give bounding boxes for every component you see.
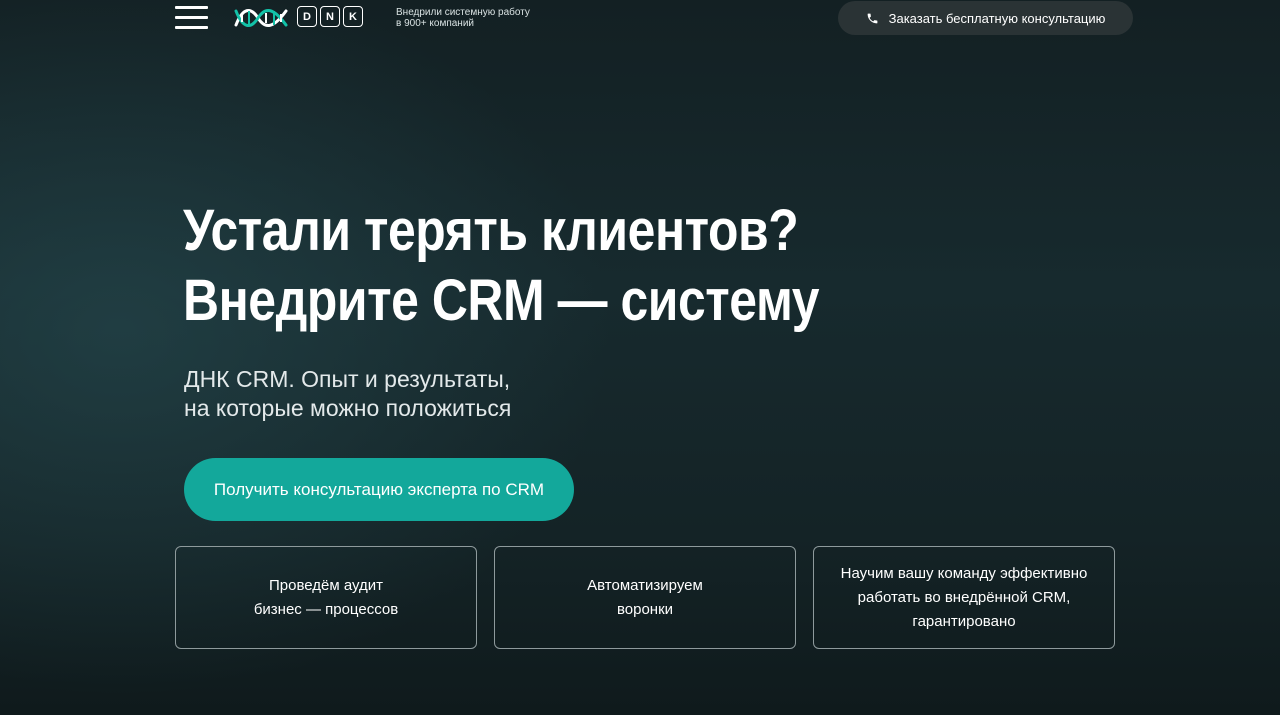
tagline-line-2: в 900+ компаний bbox=[396, 18, 474, 29]
logo-letter-n: N bbox=[320, 6, 340, 27]
header-tagline: Внедрили системную работу в 900+ компани… bbox=[396, 7, 576, 29]
hamburger-menu-icon[interactable] bbox=[175, 6, 208, 30]
hero-subtitle-line-2: на которые можно положиться bbox=[184, 395, 512, 421]
feature-card-text: Автоматизируем bbox=[587, 576, 703, 594]
free-consultation-label: Заказать бесплатную консультацию bbox=[888, 10, 1106, 26]
feature-card-text: Проведём аудит bbox=[268, 576, 384, 594]
hero-subtitle: ДНК CRM. Опыт и результаты, на которые м… bbox=[184, 365, 511, 423]
feature-card-training: Научим вашу команду эффективно работать … bbox=[813, 546, 1115, 649]
feature-card-text: работать во внедрённой CRM, bbox=[857, 588, 1071, 606]
feature-card-audit: Проведём аудит бизнес — процессов bbox=[175, 546, 477, 649]
expert-consultation-button[interactable]: Получить консультацию эксперта по CRM bbox=[184, 458, 574, 521]
feature-card-text: Научим вашу команду эффективно bbox=[840, 564, 1088, 582]
logo-letter-k: K bbox=[343, 6, 363, 27]
free-consultation-button[interactable]: Заказать бесплатную консультацию bbox=[838, 1, 1133, 35]
hero-subtitle-line-1: ДНК CRM. Опыт и результаты, bbox=[184, 366, 511, 392]
dnk-logo-letters[interactable]: D N K bbox=[297, 6, 363, 27]
feature-card-text: бизнес — процессов bbox=[253, 600, 399, 618]
feature-card-text: гарантировано bbox=[912, 612, 1016, 630]
phone-icon bbox=[867, 13, 877, 23]
tagline-line-1: Внедрили системную работу bbox=[396, 7, 530, 18]
feature-card-automation: Автоматизируем воронки bbox=[494, 546, 796, 649]
site-header: D N K Внедрили системную работу в 900+ к… bbox=[0, 0, 1280, 36]
hero-title: Устали терять клиентов? Внедрите CRM — с… bbox=[183, 196, 820, 336]
logo-letter-d: D bbox=[297, 6, 317, 27]
dnk-helix-logo-icon[interactable] bbox=[233, 5, 289, 31]
hero-title-line-1: Устали терять клиентов? bbox=[183, 198, 799, 263]
feature-card-text: воронки bbox=[616, 600, 674, 618]
hero-title-line-2: Внедрите CRM — систему bbox=[183, 268, 820, 333]
